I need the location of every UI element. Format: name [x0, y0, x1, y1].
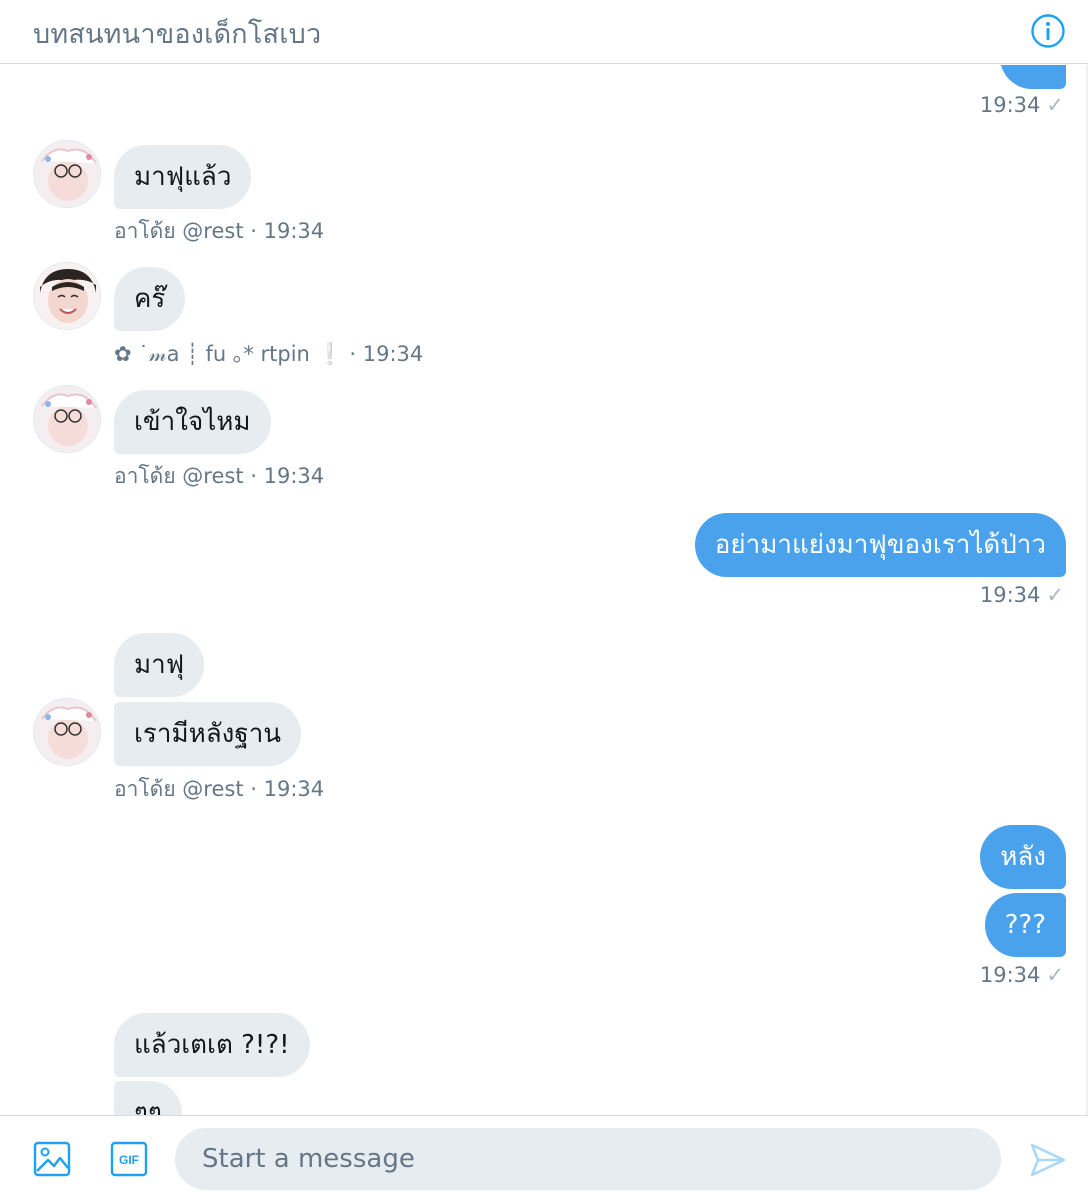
- message-bubble-outgoing[interactable]: หลัง: [980, 825, 1066, 889]
- avatar-rest[interactable]: [33, 385, 101, 453]
- message-bubble-outgoing[interactable]: อย่ามาแย่งมาฟุของเราได้ป่าว: [694, 513, 1066, 577]
- message-bubble-incoming[interactable]: แล้วเตเต ?!?!: [114, 1013, 310, 1077]
- send-icon[interactable]: [1028, 1140, 1068, 1180]
- gif-icon[interactable]: GIF: [110, 1141, 148, 1177]
- message-sender-meta: อาโด้ย @rest · 19:34: [114, 460, 324, 493]
- message-bubble-incoming[interactable]: มาฟุแล้ว: [114, 145, 252, 209]
- message-timestamp: 19:34 ✓: [979, 93, 1064, 117]
- conversation-title: บทสนทนาของเด็กโสเบว: [33, 19, 322, 50]
- message-input[interactable]: [175, 1128, 1001, 1190]
- sender-name[interactable]: ✿ ˙𝓂a ┊ fu ｡* rtpin ❕: [114, 342, 343, 366]
- message-bubble-incoming-partial[interactable]: ๆๆ: [114, 1081, 182, 1115]
- message-sender-meta: ✿ ˙𝓂a ┊ fu ｡* rtpin ❕ · 19:34: [114, 338, 423, 368]
- message-bubble-outgoing[interactable]: ???: [984, 893, 1066, 957]
- message-timestamp: 19:34 ✓: [979, 963, 1064, 987]
- message-sender-meta: อาโด้ย @rest · 19:34: [114, 215, 324, 248]
- message-bubble-incoming[interactable]: เข้าใจไหม: [114, 390, 271, 454]
- sender-name[interactable]: อาโด้ย @rest: [114, 777, 244, 801]
- avatar-rest[interactable]: [33, 140, 101, 208]
- message-bubble-incoming[interactable]: คร๊: [114, 267, 186, 331]
- message-bubble-outgoing-partial[interactable]: [1000, 65, 1066, 89]
- message-composer: GIF: [0, 1115, 1088, 1200]
- info-icon[interactable]: [1030, 13, 1066, 49]
- avatar-fu[interactable]: [33, 262, 101, 330]
- message-bubble-incoming[interactable]: มาฟุ: [114, 633, 205, 697]
- message-sender-meta: อาโด้ย @rest · 19:34: [114, 773, 324, 806]
- sender-name[interactable]: อาโด้ย @rest: [114, 464, 244, 488]
- message-timestamp: 19:34 ✓: [979, 583, 1064, 607]
- message-timestamp: · 19:34: [250, 777, 325, 801]
- message-bubble-incoming[interactable]: เรามีหลังฐาน: [114, 702, 302, 766]
- message-timestamp: · 19:34: [250, 219, 325, 243]
- message-thread[interactable]: 19:34 ✓ มาฟุแล้ว อาโด้ย @rest · 19:34 คร๊: [0, 65, 1088, 1115]
- avatar-rest[interactable]: [33, 698, 101, 766]
- message-timestamp: · 19:34: [250, 464, 325, 488]
- image-icon[interactable]: [33, 1141, 71, 1177]
- svg-text:GIF: GIF: [119, 1153, 139, 1167]
- conversation-header: บทสนทนาของเด็กโสเบว: [0, 0, 1088, 64]
- message-timestamp: · 19:34: [349, 342, 424, 366]
- sender-name[interactable]: อาโด้ย @rest: [114, 219, 244, 243]
